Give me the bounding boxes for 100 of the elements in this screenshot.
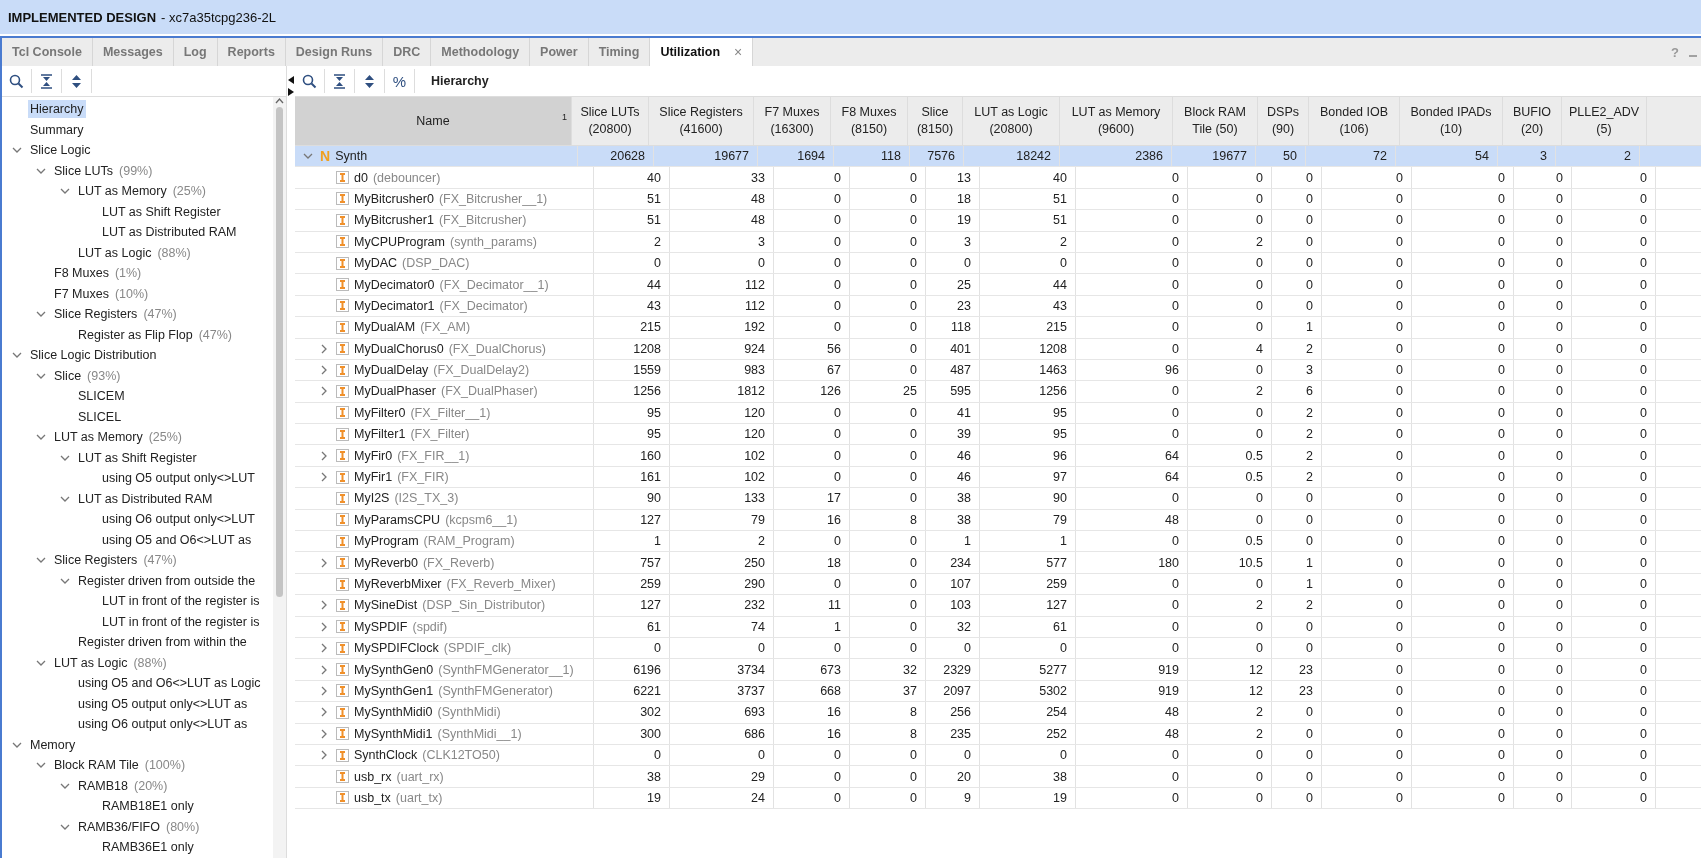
- table-row[interactable]: SynthClock (CLK12TO50) 0 0 0 0 0 0 0 0 0 0 0 0 0: [295, 744, 1701, 767]
- column-header[interactable]: Bonded IPADs (10): [1400, 97, 1503, 145]
- tab[interactable]: Log: [173, 38, 218, 66]
- tab[interactable]: Methodology: [431, 38, 531, 66]
- column-header[interactable]: Block RAM Tile (50): [1173, 97, 1258, 145]
- tree-item[interactable]: LUT as Memory: [76, 182, 169, 201]
- tree-item[interactable]: using O5 output only<>LUT: [100, 469, 257, 488]
- tree-item[interactable]: Register driven from outside the: [76, 571, 258, 590]
- tree-item[interactable]: using O5 and O6<>LUT as Logic: [76, 674, 263, 693]
- tree-item[interactable]: RAMB36E1 only: [100, 838, 196, 857]
- column-header[interactable]: Slice LUTs (20800): [572, 97, 649, 145]
- tree-item[interactable]: using O5 and O6<>LUT as: [100, 530, 254, 549]
- column-header[interactable]: Bonded IOB (106): [1309, 97, 1400, 145]
- table-row[interactable]: MyBitcrusher0 (FX_Bitcrusher__1) 51 48 0 0 18 51 0 0 0 0 0 0 0: [295, 188, 1701, 211]
- table-row[interactable]: MyDualDelay (FX_DualDelay2) 1559 983 67 0 487 1463 96 0 3 0 0 0 0: [295, 359, 1701, 382]
- chevron-right-icon[interactable]: [319, 472, 329, 483]
- tree-item[interactable]: Slice Logic: [28, 141, 93, 160]
- column-header[interactable]: F7 Muxes (16300): [754, 97, 831, 145]
- tree-item[interactable]: SLICEM: [76, 387, 127, 406]
- table-row[interactable]: MyDualChorus0 (FX_DualChorus) 1208 924 56 0 401 1208 0 4 2 0 0 0 0: [295, 338, 1701, 360]
- tree-item[interactable]: LUT in front of the register is: [100, 592, 262, 611]
- chevron-right-icon[interactable]: [319, 643, 329, 654]
- table-row[interactable]: MySPDIF (spdif) 61 74 1 0 32 61 0 0 0 0 0 0 0: [295, 616, 1701, 638]
- tree-item[interactable]: Slice Registers: [52, 551, 140, 570]
- table-row[interactable]: usb_rx (uart_rx) 38 29 0 0 20 38 0 0 0 0 0 0 0: [295, 766, 1701, 788]
- column-header[interactable]: F8 Muxes (8150): [831, 97, 908, 145]
- column-header[interactable]: PLLE2_ADV (5): [1562, 97, 1647, 145]
- tree-item[interactable]: LUT as Logic: [52, 653, 130, 672]
- tree-item[interactable]: Block RAM Tile: [52, 756, 141, 775]
- expand-right-icon[interactable]: [288, 88, 294, 96]
- tab[interactable]: DRC: [383, 38, 432, 66]
- tab[interactable]: Tcl Console: [2, 38, 93, 66]
- table-row[interactable]: MyReverbMixer (FX_Reverb_Mixer) 259 290 0 0 107 259 0 0 1 0 0 0 0: [295, 573, 1701, 596]
- percent-button[interactable]: %: [385, 69, 415, 93]
- chevron-right-icon[interactable]: [319, 664, 329, 675]
- table-row[interactable]: MyFir1 (FX_FIR) 161 102 0 0 46 97 64 0.5 2 0 0 0 0: [295, 466, 1701, 489]
- tab[interactable]: Messages: [92, 38, 174, 66]
- table-row[interactable]: MyDualAM (FX_AM) 215 192 0 0 118 215 0 0 1 0 0 0 0: [295, 317, 1701, 339]
- tree-item[interactable]: Slice Registers: [52, 305, 140, 324]
- column-header[interactable]: DSPs (90): [1258, 97, 1309, 145]
- table-row[interactable]: MyFilter0 (FX_Filter__1) 95 120 0 0 41 95 0 0 2 0 0 0 0: [295, 402, 1701, 425]
- tree-item[interactable]: Register driven from within the: [76, 633, 249, 652]
- table-row[interactable]: MyDecimator0 (FX_Decimator__1) 44 112 0 0 25 44 0 0 0 0 0 0 0: [295, 274, 1701, 296]
- tree-item[interactable]: LUT as Logic: [76, 243, 154, 262]
- tree-item[interactable]: LUT as Distributed RAM: [76, 489, 215, 508]
- chevron-right-icon[interactable]: [319, 557, 329, 568]
- chevron-right-icon[interactable]: [319, 343, 329, 354]
- column-header[interactable]: Slice Registers (41600): [649, 97, 754, 145]
- table-row[interactable]: MyFilter1 (FX_Filter) 95 120 0 0 39 95 0 0 2 0 0 0 0: [295, 424, 1701, 446]
- chevron-right-icon[interactable]: [319, 365, 329, 376]
- table-row[interactable]: MySineDist (DSP_Sin_Distributor) 127 232 11 0 103 127 0 2 2 0 0 0 0: [295, 595, 1701, 617]
- tree-item[interactable]: using O5 output only<>LUT as: [76, 694, 250, 713]
- tree-item[interactable]: Hierarchy: [28, 100, 86, 119]
- table-row[interactable]: MyParamsCPU (kcpsm6__1) 127 79 16 8 38 79 48 0 0 0 0 0 0: [295, 509, 1701, 532]
- tree-item[interactable]: SLICEL: [76, 407, 124, 426]
- tree-item[interactable]: Slice LUTs: [52, 161, 116, 180]
- table-row[interactable]: MySynthMidi1 (SynthMidi__1) 300 686 16 8 235 252 48 2 0 0 0 0 0: [295, 723, 1701, 745]
- tree-item[interactable]: F8 Muxes: [52, 264, 111, 283]
- column-header[interactable]: Name 1: [295, 97, 572, 145]
- tree-item[interactable]: F7 Muxes: [52, 284, 111, 303]
- tree-item[interactable]: Slice: [52, 366, 84, 385]
- tree-item[interactable]: Memory: [28, 735, 78, 754]
- tree-item[interactable]: LUT as Distributed RAM: [100, 223, 239, 242]
- tree-item[interactable]: LUT in front of the register is: [100, 612, 262, 631]
- table-row[interactable]: MyDualPhaser (FX_DualPhaser) 1256 1812 126 25 595 1256 0 2 6 0 0 0 0: [295, 381, 1701, 403]
- tree-item[interactable]: using O6 output only<>LUT as: [76, 715, 250, 734]
- chevron-right-icon[interactable]: [319, 750, 329, 761]
- tab[interactable]: Utilization ×: [650, 38, 754, 66]
- chevron-right-icon[interactable]: [319, 685, 329, 696]
- table-row[interactable]: MyCPUProgram (synth_params) 2 3 0 0 3 2 0 2 0 0 0 0 0: [295, 231, 1701, 253]
- chevron-right-icon[interactable]: [319, 621, 329, 632]
- chevron-right-icon[interactable]: [319, 728, 329, 739]
- table-row[interactable]: MyProgram (RAM_Program) 1 2 0 0 1 1 0 0.5 0 0 0 0 0: [295, 531, 1701, 553]
- scroll-up-icon[interactable]: [275, 97, 284, 105]
- column-header[interactable]: Slice (8150): [908, 97, 963, 145]
- tree-item[interactable]: RAMB18E1 only: [100, 797, 196, 816]
- tab[interactable]: Design Runs: [285, 38, 384, 66]
- table-row[interactable]: usb_tx (uart_tx) 19 24 0 0 9 19 0 0 0 0 0 0 0: [295, 787, 1701, 810]
- column-header[interactable]: LUT as Memory (9600): [1060, 97, 1173, 145]
- table-row[interactable]: MyReverb0 (FX_Reverb) 757 250 18 0 234 577 180 10.5 1 0 0 0 0: [295, 552, 1701, 574]
- column-header[interactable]: BUFIO (20): [1503, 97, 1562, 145]
- tree-item[interactable]: Slice Logic Distribution: [28, 346, 159, 365]
- tab[interactable]: Power: [530, 38, 589, 66]
- table-row[interactable]: MySynthGen0 (SynthFMGenerator__1) 6196 3734 673 32 2329 5277 919 12 23 0 0 0 0: [295, 659, 1701, 681]
- close-tab-button[interactable]: ×: [734, 44, 743, 60]
- tree-item[interactable]: Summary: [28, 120, 86, 139]
- tree-item[interactable]: LUT as Shift Register: [76, 448, 199, 467]
- chevron-right-icon[interactable]: [319, 600, 329, 611]
- tree-item[interactable]: Register as Flip Flop: [76, 325, 195, 344]
- table-row[interactable]: MyBitcrusher1 (FX_Bitcrusher) 51 48 0 0 19 51 0 0 0 0 0 0 0: [295, 210, 1701, 232]
- tree-item[interactable]: RAMB36/FIFO: [76, 817, 162, 836]
- tree-item[interactable]: RAMB18: [76, 776, 131, 795]
- chevron-right-icon[interactable]: [319, 386, 329, 397]
- table-row[interactable]: MySPDIFClock (SPDIF_clk) 0 0 0 0 0 0 0 0 0 0 0 0 0: [295, 638, 1701, 660]
- table-row[interactable]: MySynthGen1 (SynthFMGenerator) 6221 3737 668 37 2097 5302 919 12 23 0 0 0 0: [295, 680, 1701, 703]
- tree-item[interactable]: LUT as Shift Register: [100, 202, 223, 221]
- table-row[interactable]: MyFir0 (FX_FIR__1) 160 102 0 0 46 96 64 0.5 2 0 0 0 0: [295, 445, 1701, 467]
- collapse-left-icon[interactable]: [288, 76, 294, 84]
- chevron-right-icon[interactable]: [319, 707, 329, 718]
- chevron-right-icon[interactable]: [319, 450, 329, 461]
